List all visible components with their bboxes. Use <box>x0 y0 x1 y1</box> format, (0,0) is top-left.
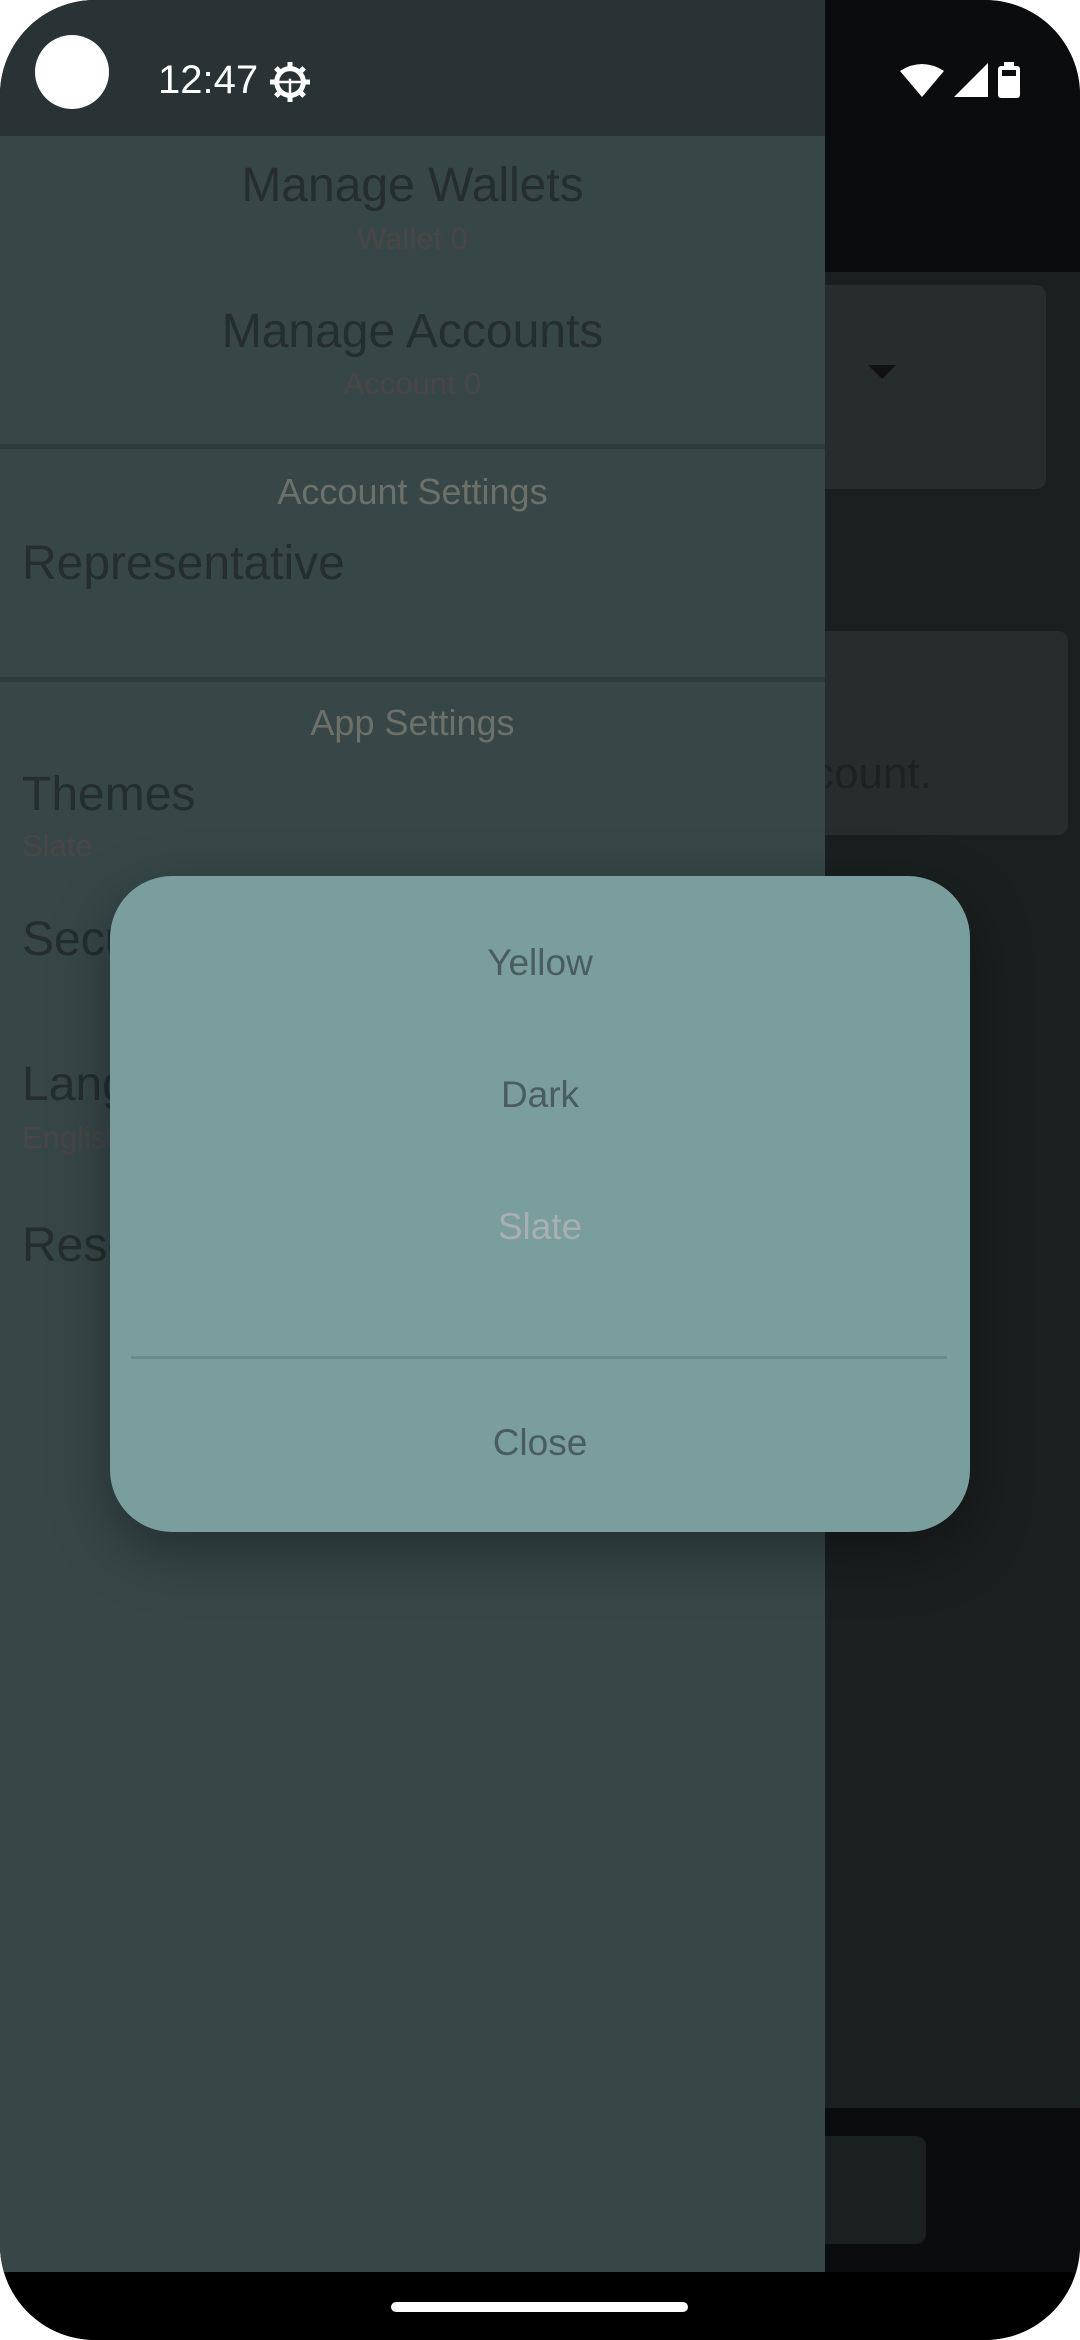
manage-accounts-subtitle: Account 0 <box>343 366 482 401</box>
themes-value: Slate <box>22 828 93 863</box>
divider <box>0 444 825 449</box>
status-icons <box>900 62 1020 98</box>
wifi-icon <box>900 64 944 97</box>
battery-icon <box>998 62 1020 98</box>
theme-picker-dialog: Yellow Dark Slate Close <box>110 876 970 1532</box>
theme-option-dark[interactable]: Dark <box>110 1074 970 1116</box>
manage-wallets-title: Manage Wallets <box>241 159 584 212</box>
gear-icon <box>270 62 310 102</box>
dropdown-arrow-icon <box>868 365 896 379</box>
close-button[interactable]: Close <box>110 1422 970 1464</box>
manage-wallets-subtitle: Wallet 0 <box>357 221 468 256</box>
representative-item[interactable]: Representative <box>22 536 345 591</box>
theme-option-slate[interactable]: Slate <box>110 1206 970 1248</box>
app-settings-header: App Settings <box>310 702 515 743</box>
account-settings-header: Account Settings <box>277 471 548 512</box>
theme-option-yellow[interactable]: Yellow <box>110 942 970 984</box>
home-indicator[interactable] <box>391 2302 688 2312</box>
signal-icon <box>954 63 988 97</box>
themes-label: Themes <box>22 768 196 821</box>
divider <box>0 677 825 682</box>
language-value: English <box>22 1120 124 1155</box>
dialog-divider <box>131 1356 947 1359</box>
manage-accounts-title: Manage Accounts <box>221 305 604 358</box>
phone-screen: c ccount. 12:47 Manage Wallets Wallet 0 … <box>0 0 1080 2340</box>
drawer-status-area <box>0 0 825 136</box>
system-navigation-bar <box>0 2272 1080 2340</box>
status-time: 12:47 <box>158 58 259 102</box>
camera-cutout <box>35 35 109 109</box>
